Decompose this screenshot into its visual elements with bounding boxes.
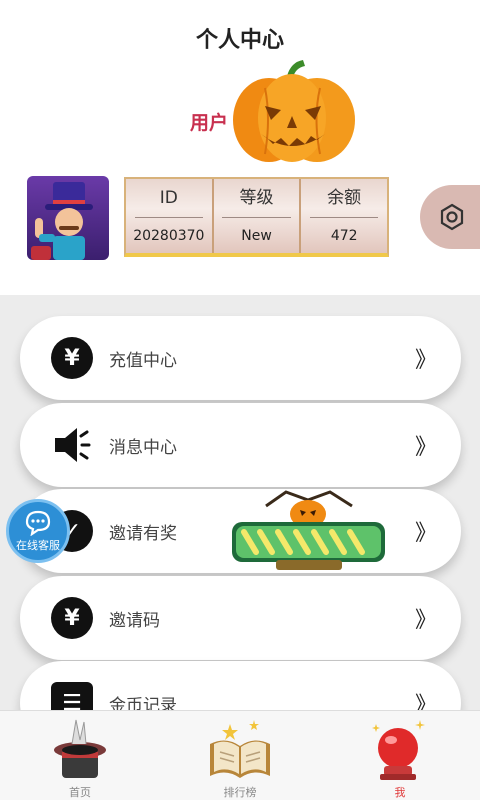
open-book-icon: [205, 713, 275, 782]
tab-leaderboard[interactable]: 排行榜: [160, 711, 320, 800]
menu-item-label: 充值中心: [109, 350, 177, 371]
tab-label: 排行榜: [223, 786, 257, 799]
magician-avatar-icon: [31, 182, 93, 260]
stat-label: ID: [159, 188, 178, 208]
chevron-right-icon: 》: [414, 521, 437, 546]
tab-home[interactable]: 首页: [0, 711, 160, 800]
stat-value: 20280370: [133, 227, 205, 244]
avatar[interactable]: [27, 176, 109, 260]
stat-label: 余额: [327, 188, 362, 208]
speaker-icon: [51, 424, 93, 466]
stat-value: 472: [330, 227, 358, 244]
chevron-right-icon: 》: [414, 693, 437, 710]
yen-icon: ¥: [51, 337, 93, 379]
chevron-right-icon: 》: [414, 608, 437, 633]
online-service-label: 在线客服: [16, 538, 60, 552]
magic-hat-icon: [45, 713, 115, 782]
menu-item-label: 金币记录: [109, 695, 177, 711]
stat-id: ID 20280370: [126, 179, 214, 253]
tab-label: 我: [394, 786, 406, 799]
stat-level: 等级 New: [214, 179, 302, 253]
stats-panel: ID 20280370 等级 New 余额 472: [124, 177, 389, 257]
username-label: 用户: [190, 112, 229, 134]
page-title: 个人中心: [195, 28, 284, 53]
chevron-right-icon: 》: [414, 435, 437, 460]
list-icon: ☰: [51, 682, 93, 710]
crystal-ball-icon: [365, 713, 435, 782]
menu-item-recharge[interactable]: ¥ 充值中心 》: [20, 316, 461, 400]
tab-me[interactable]: 我: [320, 711, 480, 800]
menu-item-coin-records[interactable]: ☰ 金币记录 》: [20, 661, 461, 710]
chat-bubble-icon: [25, 510, 51, 536]
pumpkin-decoration: [233, 60, 355, 162]
menu-item-label: 邀请码: [109, 610, 160, 631]
gear-icon: [440, 203, 464, 231]
settings-button[interactable]: [420, 185, 480, 249]
menu-item-invite-code[interactable]: ¥ 邀请码 》: [20, 576, 461, 660]
menu-item-messages[interactable]: 消息中心 》: [20, 403, 461, 487]
tab-label: 首页: [69, 786, 91, 799]
stat-label: 等级: [239, 188, 274, 208]
stat-balance: 余额 472: [301, 179, 387, 253]
stat-value: New: [241, 227, 272, 244]
profile-header: 个人中心 用户 ID 20280370 等级 New 余额 472: [0, 0, 480, 295]
menu-item-label: 消息中心: [109, 437, 177, 458]
chevron-right-icon: 》: [414, 348, 437, 373]
yen-icon: ¥: [51, 597, 93, 639]
bottom-tab-bar: 首页 排行榜 我: [0, 710, 480, 800]
online-service-button[interactable]: 在线客服: [6, 499, 70, 563]
halloween-event-badge[interactable]: [226, 486, 391, 578]
